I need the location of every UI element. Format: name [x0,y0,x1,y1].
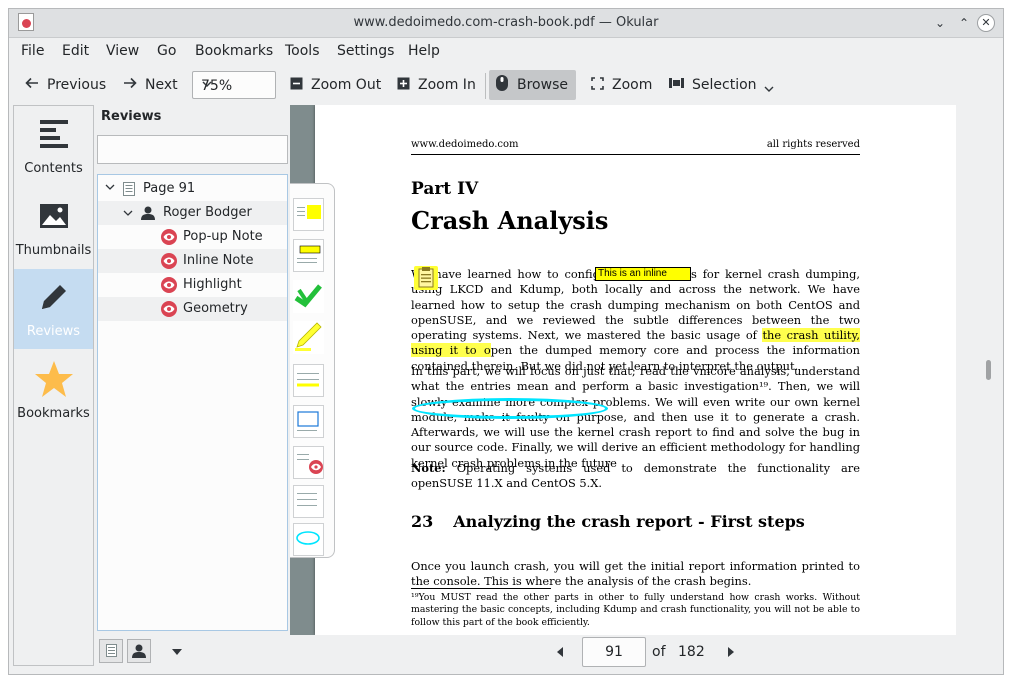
document-view[interactable]: www.dedoimedo.com all rights reserved Pa… [290,105,1002,635]
reviews-title: Reviews [101,109,162,124]
group-by-author-button[interactable] [127,639,151,663]
page-number-input[interactable]: 91 [582,637,646,667]
sidebar-item-reviews[interactable]: Reviews [14,269,93,349]
annotation-tool-ellipse[interactable] [293,523,324,556]
zoom-combo[interactable]: 75% [192,71,276,99]
tree-row-annotation[interactable]: Inline Note [98,249,287,273]
section-heading: 23 Analyzing the crash report - First ste… [411,512,805,531]
sidebar-item-bookmarks[interactable]: Bookmarks [14,351,93,431]
menu-settings[interactable]: Settings [337,43,394,59]
tree-row-author[interactable]: Roger Bodger [98,201,287,225]
zoom-out-icon [290,77,303,94]
note-paragraph: Note: Operating systems used to demonstr… [411,461,860,491]
sidebar: Contents Thumbnails Reviews Bookmarks [13,105,94,666]
image-icon [38,200,70,232]
paragraph-3: Once you launch crash, you will get the … [411,559,860,589]
paragraph-1: We have learned how to configure our sys… [411,267,861,373]
zoom-in-button[interactable]: Zoom In [397,70,476,100]
sidebar-item-thumbnails[interactable]: Thumbnails [14,188,93,268]
user-icon [141,206,155,224]
main-toolbar: Previous Next 75% Zoom Out Zoom In Brows… [9,67,1003,103]
toolbar-separator [485,73,486,99]
window-title: www.dedoimedo.com-crash-book.pdf — Okula… [353,15,659,30]
arrow-left-icon [25,76,39,94]
reviews-tree: Page 91 Roger Bodger Pop-up Note Inline … [97,174,288,631]
chevron-down-icon [763,82,775,98]
maximize-icon[interactable]: ⌃ [955,14,973,32]
annotation-tool-stamp[interactable] [293,446,324,479]
tree-row-annotation[interactable]: Pop-up Note [98,225,287,249]
scrollbar-thumb[interactable] [986,360,991,380]
star-icon [35,361,73,397]
tree-row-page[interactable]: Page 91 [98,177,287,201]
arrow-right-icon [123,76,137,94]
browse-button[interactable]: Browse [489,70,576,100]
header-rule [411,154,860,155]
tree-row-annotation[interactable]: Highlight [98,273,287,297]
chapter-heading: Crash Analysis [411,206,609,235]
menu-bar: File Edit View Go Bookmarks Tools Settin… [9,38,1003,64]
selection-button[interactable]: Selection [669,70,775,100]
document-page[interactable]: www.dedoimedo.com all rights reserved Pa… [315,105,956,635]
zoom-in-icon [397,77,410,94]
part-heading: Part IV [411,179,479,199]
menu-go[interactable]: Go [157,43,176,59]
annotation-tool-text[interactable] [293,485,324,518]
menu-help[interactable]: Help [408,43,440,59]
eye-icon [161,253,177,273]
menu-view[interactable]: View [106,43,139,59]
previous-page-icon[interactable] [555,638,565,666]
footnote: ¹⁹You MUST read the other parts in other… [411,592,860,628]
zoom-select-icon [591,76,604,94]
sidebar-item-contents[interactable]: Contents [14,106,93,186]
pencil-icon [38,281,70,313]
page-total-label: 182 [678,644,705,660]
popup-note-annotation-icon[interactable] [413,265,439,291]
page-icon [123,182,135,200]
title-bar: www.dedoimedo.com-crash-book.pdf — Okula… [9,9,1003,38]
page-header-left: www.dedoimedo.com [411,139,519,150]
chevron-down-icon [201,77,269,94]
page-header-right: all rights reserved [766,139,860,150]
annotation-tool-freehand[interactable] [293,280,324,313]
eye-icon [161,301,177,321]
eye-icon [161,277,177,297]
tree-row-annotation[interactable]: Geometry [98,297,287,321]
footnote-rule [411,588,551,589]
next-page-icon[interactable] [726,638,736,666]
zoom-tool-button[interactable]: Zoom [591,70,652,100]
contents-icon [38,118,70,150]
previous-button[interactable]: Previous [25,70,106,100]
menu-edit[interactable]: Edit [62,43,89,59]
okular-window: www.dedoimedo.com-crash-book.pdf — Okula… [8,8,1004,675]
next-button[interactable]: Next [123,70,178,100]
inline-note-annotation[interactable]: This is an inline [595,267,691,281]
annotation-tool-popup-note[interactable] [293,198,324,231]
zoom-out-button[interactable]: Zoom Out [290,70,381,100]
annotation-toolbar [290,183,335,558]
mouse-icon [495,74,509,96]
text-select-icon [669,77,684,93]
minimize-icon[interactable]: ⌄ [931,14,949,32]
annotation-tool-inline-note[interactable] [293,239,324,272]
page-icon [106,644,117,661]
annotation-tool-highlighter[interactable] [293,321,324,354]
reviews-filter-input[interactable] [97,135,288,164]
eye-icon [161,229,177,249]
chevron-down-icon[interactable] [122,207,134,223]
annotation-tool-rectangle[interactable] [293,405,324,438]
menu-bookmarks[interactable]: Bookmarks [195,43,273,59]
chevron-down-icon[interactable] [104,181,116,197]
dropdown-arrow-icon[interactable] [171,646,183,661]
page-of-label: of [652,644,666,660]
menu-file[interactable]: File [21,43,44,59]
geometry-annotation[interactable] [412,398,608,419]
close-icon[interactable]: ✕ [977,14,995,32]
user-icon [132,644,146,662]
annotation-tool-underline[interactable] [293,364,324,397]
group-by-page-button[interactable] [99,639,123,663]
vertical-scrollbar[interactable] [956,105,1002,635]
menu-tools[interactable]: Tools [285,43,320,59]
